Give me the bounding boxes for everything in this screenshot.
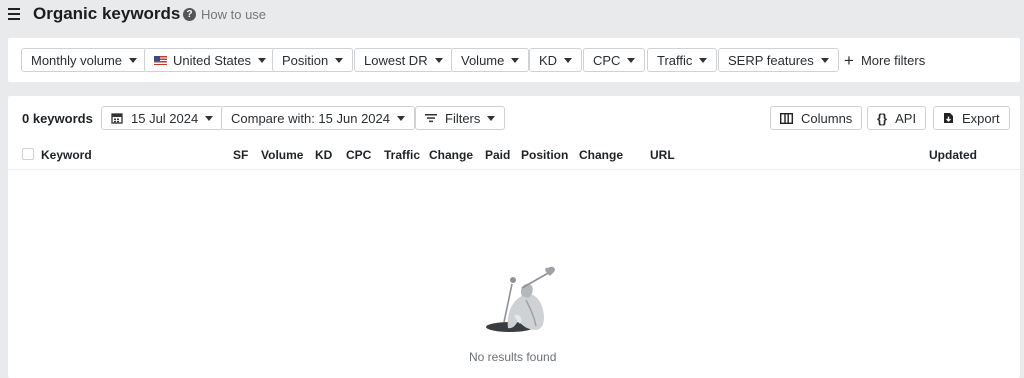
export-label: Export bbox=[962, 110, 1000, 126]
filter-label: Traffic bbox=[657, 52, 693, 68]
filter-kd[interactable]: KD bbox=[529, 48, 583, 72]
filters-button[interactable]: Filters bbox=[415, 106, 506, 130]
caret-down-icon bbox=[627, 57, 636, 63]
column-traffic-change[interactable]: Change bbox=[429, 148, 473, 162]
us-flag-icon bbox=[154, 55, 167, 65]
keyword-count: 0 keywords bbox=[22, 111, 93, 126]
filter-label: CPC bbox=[593, 52, 621, 68]
caret-down-icon bbox=[258, 57, 267, 63]
select-all-checkbox[interactable] bbox=[22, 148, 34, 160]
filter-label: Volume bbox=[461, 52, 505, 68]
caret-down-icon bbox=[511, 57, 520, 63]
filter-label: United States bbox=[173, 52, 252, 68]
code-braces-icon: {} bbox=[877, 110, 888, 126]
more-filters-label: More filters bbox=[860, 52, 926, 68]
calendar-icon bbox=[111, 112, 123, 124]
column-keyword[interactable]: Keyword bbox=[41, 148, 92, 162]
plus-icon: + bbox=[844, 50, 854, 70]
filter-label: Lowest DR bbox=[364, 52, 428, 68]
filter-traffic[interactable]: Traffic bbox=[647, 48, 718, 72]
column-updated[interactable]: Updated bbox=[929, 148, 977, 162]
filter-serp-features[interactable]: SERP features bbox=[718, 48, 839, 72]
menu-icon[interactable] bbox=[8, 8, 20, 20]
columns-label: Columns bbox=[801, 110, 853, 126]
filter-country[interactable]: United States bbox=[144, 48, 277, 72]
top-bar: Organic keywords ? How to use bbox=[0, 0, 1024, 30]
caret-down-icon bbox=[396, 115, 405, 121]
table-header: Keyword SF Volume KD CPC Traffic Change … bbox=[8, 142, 1020, 170]
filter-label: SERP features bbox=[728, 52, 814, 68]
caret-down-icon bbox=[205, 115, 214, 121]
how-to-use-link[interactable]: ? How to use bbox=[183, 7, 266, 22]
no-results-message: No results found bbox=[469, 350, 557, 364]
filter-label: Monthly volume bbox=[31, 52, 123, 68]
page-title: Organic keywords bbox=[33, 4, 181, 23]
date-picker[interactable]: 15 Jul 2024 bbox=[101, 106, 224, 130]
filter-monthly-volume[interactable]: Monthly volume bbox=[21, 48, 148, 72]
columns-icon bbox=[780, 112, 793, 124]
filters-label: Filters bbox=[445, 110, 481, 126]
filter-cpc[interactable]: CPC bbox=[583, 48, 646, 72]
more-filters-button[interactable]: + More filters bbox=[844, 48, 925, 72]
compare-label: Compare with: 15 Jun 2024 bbox=[231, 110, 390, 126]
help-icon: ? bbox=[183, 8, 196, 21]
caret-down-icon bbox=[434, 57, 443, 63]
empty-state-illustration bbox=[478, 266, 558, 339]
column-kd[interactable]: KD bbox=[315, 148, 332, 162]
column-sf[interactable]: SF bbox=[233, 148, 248, 162]
caret-down-icon bbox=[699, 57, 708, 63]
date-label: 15 Jul 2024 bbox=[131, 110, 199, 126]
column-position[interactable]: Position bbox=[521, 148, 568, 162]
caret-down-icon bbox=[129, 57, 138, 63]
results-panel: 0 keywords 15 Jul 2024 Compare with: 15 … bbox=[8, 96, 1020, 378]
filter-label: KD bbox=[539, 52, 558, 68]
caret-down-icon bbox=[487, 115, 496, 121]
filter-position[interactable]: Position bbox=[272, 48, 354, 72]
export-icon bbox=[943, 112, 954, 124]
how-to-use-label: How to use bbox=[201, 7, 267, 22]
api-label: API bbox=[895, 110, 917, 126]
api-button[interactable]: {} API bbox=[867, 106, 927, 130]
filter-icon bbox=[425, 113, 437, 123]
filter-lowest-dr[interactable]: Lowest DR bbox=[354, 48, 453, 72]
caret-down-icon bbox=[564, 57, 573, 63]
column-url[interactable]: URL bbox=[650, 148, 675, 162]
filter-volume[interactable]: Volume bbox=[451, 48, 530, 72]
column-volume[interactable]: Volume bbox=[261, 148, 303, 162]
columns-button[interactable]: Columns bbox=[770, 106, 863, 130]
column-traffic[interactable]: Traffic bbox=[384, 148, 420, 162]
compare-picker[interactable]: Compare with: 15 Jun 2024 bbox=[221, 106, 415, 130]
filter-bar: Monthly volume United States Position Lo… bbox=[8, 38, 1020, 82]
column-paid[interactable]: Paid bbox=[485, 148, 510, 162]
caret-down-icon bbox=[820, 57, 829, 63]
column-position-change[interactable]: Change bbox=[579, 148, 623, 162]
caret-down-icon bbox=[335, 57, 344, 63]
column-cpc[interactable]: CPC bbox=[346, 148, 371, 162]
filter-label: Position bbox=[282, 52, 329, 68]
export-button[interactable]: Export bbox=[933, 106, 1010, 130]
